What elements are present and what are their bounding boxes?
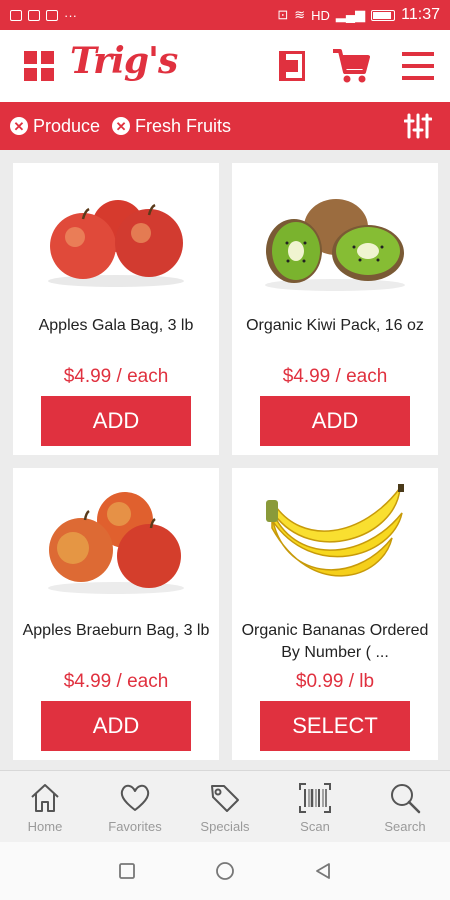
system-icons: ⊡ ≋ HD ▂▄▆ 11:37: [277, 6, 440, 24]
vibrate-icon: ⊡: [277, 7, 289, 22]
nav-item-scan[interactable]: Scan: [270, 771, 360, 842]
select-button[interactable]: SELECT: [260, 701, 410, 751]
status-time: 11:37: [401, 6, 440, 23]
home-circle-icon[interactable]: [215, 861, 235, 881]
wifi-icon: ≋: [294, 7, 306, 22]
nav-item-favorites[interactable]: Favorites: [90, 771, 180, 842]
remove-filter-icon[interactable]: ✕: [10, 117, 28, 135]
product-grid: Apples Gala Bag, 3 lb $4.99 / each ADD O…: [0, 150, 450, 770]
app-logo[interactable]: Trig's: [70, 40, 178, 82]
product-name[interactable]: Apples Gala Bag, 3 lb: [19, 315, 213, 337]
barcode-icon: [299, 783, 331, 813]
search-icon: [391, 784, 421, 814]
menu-icon[interactable]: [402, 52, 434, 80]
bottom-nav: Home Favorites Specials Scan Search: [0, 770, 450, 842]
nav-item-search[interactable]: Search: [360, 771, 450, 842]
battery-icon: [371, 9, 396, 21]
network-type: HD: [311, 7, 330, 23]
add-button[interactable]: ADD: [41, 396, 191, 446]
product-name[interactable]: Apples Braeburn Bag, 3 lb: [19, 620, 213, 642]
product-name[interactable]: Organic Kiwi Pack, 16 oz: [238, 315, 432, 337]
app-header: Trig's: [0, 30, 450, 102]
product-card[interactable]: Apples Braeburn Bag, 3 lb $4.99 / each A…: [13, 468, 219, 760]
filter-chip-label: Fresh Fruits: [135, 115, 232, 136]
product-image-bananas[interactable]: [232, 468, 438, 618]
filter-bar: ✕ Produce ✕ Fresh Fruits: [0, 102, 450, 150]
product-price: $4.99 / each: [282, 366, 388, 387]
recents-icon[interactable]: [117, 861, 137, 881]
nav-label: Home: [27, 819, 63, 834]
add-button[interactable]: ADD: [41, 701, 191, 751]
nav-label: Scan: [300, 819, 330, 834]
back-icon[interactable]: [313, 861, 333, 881]
product-price: $0.99 / lb: [295, 671, 375, 692]
product-image-kiwi[interactable]: [232, 163, 438, 313]
remove-filter-icon[interactable]: ✕: [112, 117, 131, 135]
filter-chip-produce[interactable]: ✕ Produce: [10, 116, 100, 137]
status-bar: ··· ⊡ ≋ HD ▂▄▆ 11:37: [0, 0, 450, 30]
filter-chip-label: Produce: [33, 115, 101, 136]
product-image-braeburn-apples[interactable]: [13, 468, 219, 618]
product-name[interactable]: Organic Bananas Ordered By Number ( ...: [238, 620, 432, 664]
add-button[interactable]: ADD: [260, 396, 410, 446]
nav-item-specials[interactable]: Specials: [180, 771, 270, 842]
filter-settings-icon[interactable]: [404, 112, 432, 140]
android-nav-bar: [0, 842, 450, 900]
tag-icon: [211, 785, 239, 812]
product-card[interactable]: Organic Bananas Ordered By Number ( ... …: [232, 468, 438, 760]
image-notification-icon: [10, 9, 22, 21]
heart-icon: [120, 784, 150, 811]
flyer-icon[interactable]: [278, 50, 306, 82]
nav-item-home[interactable]: Home: [0, 771, 90, 842]
product-card[interactable]: Organic Kiwi Pack, 16 oz $4.99 / each AD…: [232, 163, 438, 455]
notification-icons: ···: [10, 8, 77, 23]
gallery-notification-icon: [28, 9, 40, 21]
signal-icon: ▂▄▆: [335, 7, 366, 22]
grid-icon[interactable]: [24, 51, 54, 81]
calendar-notification-icon: [46, 9, 58, 21]
filter-chip-fresh-fruits[interactable]: ✕ Fresh Fruits: [112, 116, 231, 137]
product-image-red-apples[interactable]: [13, 163, 219, 313]
nav-label: Specials: [200, 819, 250, 834]
product-price: $4.99 / each: [63, 366, 169, 387]
product-price: $4.99 / each: [63, 671, 169, 692]
nav-label: Favorites: [108, 819, 162, 834]
home-icon: [31, 784, 59, 812]
more-notifications-icon: ···: [64, 7, 77, 23]
cart-icon[interactable]: [332, 48, 370, 84]
product-card[interactable]: Apples Gala Bag, 3 lb $4.99 / each ADD: [13, 163, 219, 455]
nav-label: Search: [384, 819, 426, 834]
